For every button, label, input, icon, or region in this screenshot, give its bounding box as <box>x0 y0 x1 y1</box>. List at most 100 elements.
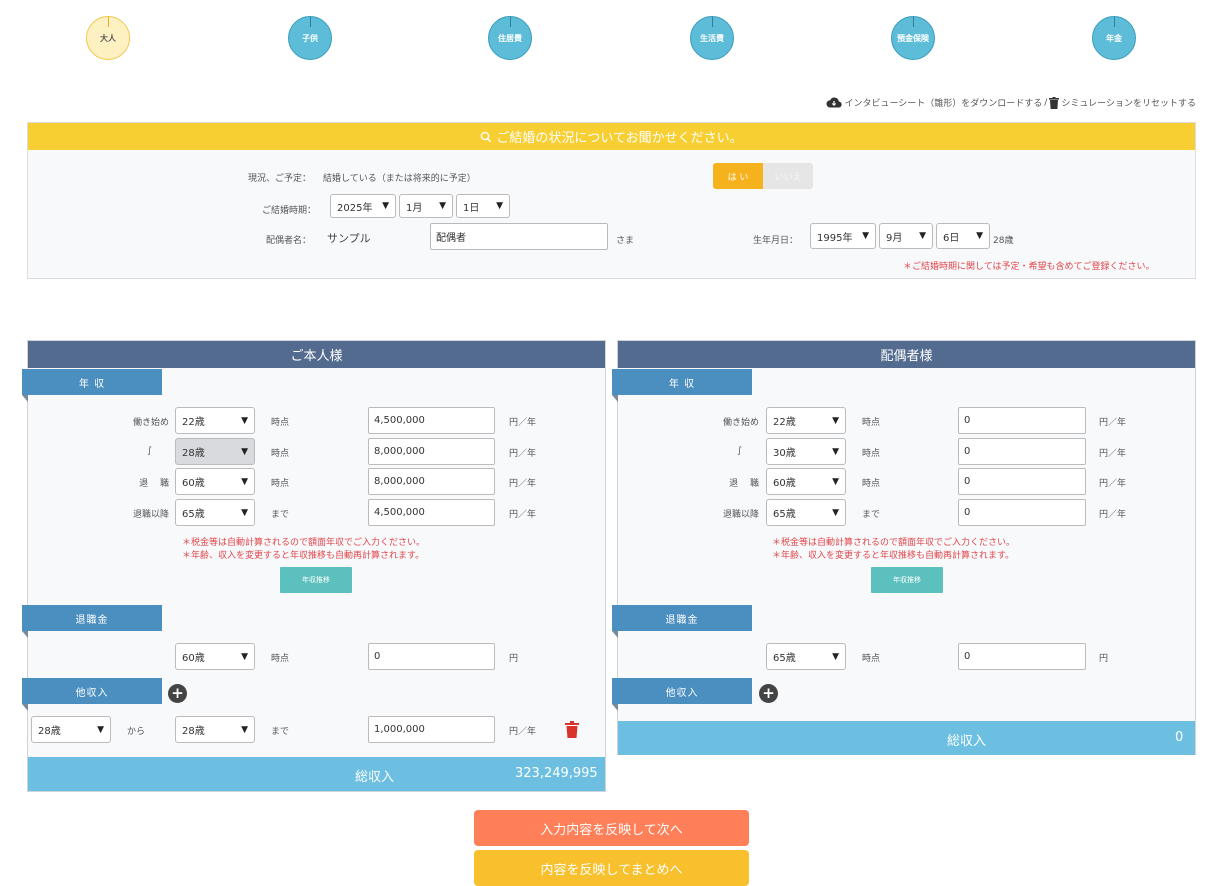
birthdate-label: 生年月日： <box>753 236 799 246</box>
spouse-amount-value: 0 <box>964 476 971 487</box>
self-amount-input-mid[interactable]: 8,000,000 <box>368 438 495 465</box>
spouse-age-value: 30歳 <box>773 448 796 459</box>
spouse-add-other-income-button[interactable]: + <box>759 684 778 703</box>
marriage-day-select[interactable]: 1日 ▼ <box>456 194 510 218</box>
spouse-amount-value: 0 <box>964 507 971 518</box>
spouse-row-unit: 円／年 <box>1099 418 1127 428</box>
spouse-note-recalc: ＊年齢、収入を変更すると年収推移も自動再計算されます。 <box>772 551 1015 561</box>
birth-month-value: 9月 <box>886 232 903 244</box>
self-age-select-mid[interactable]: 28歳 ▼ <box>175 438 255 465</box>
spouse-age-select-retire[interactable]: 60歳 ▼ <box>766 468 846 495</box>
marriage-panel: ご結婚の状況についてお聞かせください。 現況、ご予定： 結婚している（または将来… <box>27 122 1196 279</box>
reset-link[interactable]: シミュレーションをリセットする <box>1049 96 1196 109</box>
spouse-total-value: 0 <box>1175 730 1184 745</box>
self-other-to-value: 28歳 <box>182 726 205 737</box>
spouse-row-suffix: 時点 <box>862 418 881 428</box>
chevron-down-icon: ▼ <box>439 201 446 211</box>
spouse-row-label: 退職以降 <box>722 510 759 520</box>
status-label: 現況、ご予定： <box>248 174 312 184</box>
self-amount-value: 8,000,000 <box>374 446 425 457</box>
self-row-unit: 円／年 <box>509 479 537 489</box>
no-button[interactable]: いいえ <box>763 163 813 189</box>
self-total-value: 323,249,995 <box>515 766 598 781</box>
self-age-value: 22歳 <box>182 417 205 428</box>
self-retire-amount-value: 0 <box>374 651 381 662</box>
self-amount-value: 4,500,000 <box>374 507 425 518</box>
spouse-row-label: ∫ <box>737 446 742 456</box>
age-display: 28歳 <box>993 236 1014 246</box>
spouse-first-name-input[interactable]: 配偶者 <box>430 223 608 250</box>
self-add-other-income-button[interactable]: + <box>168 684 187 703</box>
marriage-month-select[interactable]: 1月 ▼ <box>399 194 453 218</box>
self-age-select-retire[interactable]: 60歳 ▼ <box>175 468 255 495</box>
self-other-amount-value: 1,000,000 <box>374 724 425 735</box>
step-housing[interactable]: 住居費 <box>488 16 532 60</box>
spouse-total-bar: 総収入 0 <box>618 721 1195 755</box>
step-adult[interactable]: 大人 <box>86 16 130 60</box>
step-living[interactable]: 生活費 <box>690 16 734 60</box>
chevron-down-icon: ▼ <box>919 231 926 241</box>
self-age-value: 60歳 <box>182 478 205 489</box>
chevron-down-icon: ▼ <box>241 446 248 457</box>
self-other-amount-input[interactable]: 1,000,000 <box>368 716 495 743</box>
yes-button[interactable]: は い <box>713 163 763 189</box>
self-row-label: ∫ <box>147 446 152 456</box>
self-other-from-select[interactable]: 28歳 ▼ <box>31 716 111 743</box>
self-retire-age-value: 60歳 <box>182 653 205 664</box>
spouse-last-name: サンプル <box>327 232 371 245</box>
self-amount-input-start[interactable]: 4,500,000 <box>368 407 495 434</box>
step-adult-label: 大人 <box>100 33 116 43</box>
step-savings-insurance[interactable]: 預金保険 <box>891 16 935 60</box>
self-age-select-after[interactable]: 65歳 ▼ <box>175 499 255 526</box>
marriage-year-value: 2025年 <box>337 202 373 214</box>
top-links: インタビューシート（雛形）をダウンロードする / シミュレーションをリセットする <box>826 96 1196 109</box>
birth-day-select[interactable]: 6日 ▼ <box>936 223 990 249</box>
cloud-download-icon <box>826 97 843 108</box>
spouse-retire-amount-input[interactable]: 0 <box>958 643 1086 670</box>
self-retire-age-select[interactable]: 60歳 ▼ <box>175 643 255 670</box>
birth-year-select[interactable]: 1995年 ▼ <box>810 223 876 249</box>
chevron-down-icon: ▼ <box>241 724 248 735</box>
spouse-age-value: 22歳 <box>773 417 796 428</box>
download-link[interactable]: インタビューシート（雛形）をダウンロードする <box>826 96 1042 109</box>
delete-other-income-icon[interactable] <box>565 721 579 738</box>
step-pension[interactable]: 年金 <box>1092 16 1136 60</box>
spouse-amount-input-retire[interactable]: 0 <box>958 468 1086 495</box>
self-other-from-value: 28歳 <box>38 726 61 737</box>
spouse-retire-age-select[interactable]: 65歳 ▼ <box>766 643 846 670</box>
spouse-age-select-start[interactable]: 22歳 ▼ <box>766 407 846 434</box>
chevron-down-icon: ▼ <box>241 651 248 662</box>
self-income-trend-button[interactable]: 年収推移 <box>280 567 352 593</box>
self-other-to-select[interactable]: 28歳 ▼ <box>175 716 255 743</box>
step-living-label: 生活費 <box>700 33 724 43</box>
search-icon <box>481 131 492 142</box>
self-other-unit: 円／年 <box>509 727 537 737</box>
self-other-to-label: まで <box>271 727 290 737</box>
spouse-row-label: 退 職 <box>729 479 759 489</box>
chevron-down-icon: ▼ <box>832 507 839 518</box>
spouse-income-trend-button[interactable]: 年収推移 <box>871 567 943 593</box>
spouse-age-select-mid[interactable]: 30歳 ▼ <box>766 438 846 465</box>
self-age-select-start[interactable]: 22歳 ▼ <box>175 407 255 434</box>
self-amount-value: 8,000,000 <box>374 476 425 487</box>
spouse-amount-input-after[interactable]: 0 <box>958 499 1086 526</box>
marriage-year-select[interactable]: 2025年 ▼ <box>330 194 396 218</box>
self-section-other: 他収入 <box>22 678 162 711</box>
self-retire-amount-input[interactable]: 0 <box>368 643 495 670</box>
spouse-row-suffix: まで <box>862 510 881 520</box>
spouse-row-unit: 円／年 <box>1099 449 1127 459</box>
step-children-label: 子供 <box>302 33 318 43</box>
chevron-down-icon: ▼ <box>382 201 389 211</box>
spouse-age-select-after[interactable]: 65歳 ▼ <box>766 499 846 526</box>
reset-link-label: シミュレーションをリセットする <box>1061 99 1196 109</box>
self-amount-input-after[interactable]: 4,500,000 <box>368 499 495 526</box>
self-amount-input-retire[interactable]: 8,000,000 <box>368 468 495 495</box>
self-amount-value: 4,500,000 <box>374 415 425 426</box>
spouse-amount-input-start[interactable]: 0 <box>958 407 1086 434</box>
spouse-retire-amount-value: 0 <box>964 651 971 662</box>
spouse-amount-input-mid[interactable]: 0 <box>958 438 1086 465</box>
next-button[interactable]: 入力内容を反映して次へ <box>474 810 749 846</box>
birth-month-select[interactable]: 9月 ▼ <box>879 223 933 249</box>
self-row-suffix: 時点 <box>271 418 290 428</box>
step-children[interactable]: 子供 <box>288 16 332 60</box>
